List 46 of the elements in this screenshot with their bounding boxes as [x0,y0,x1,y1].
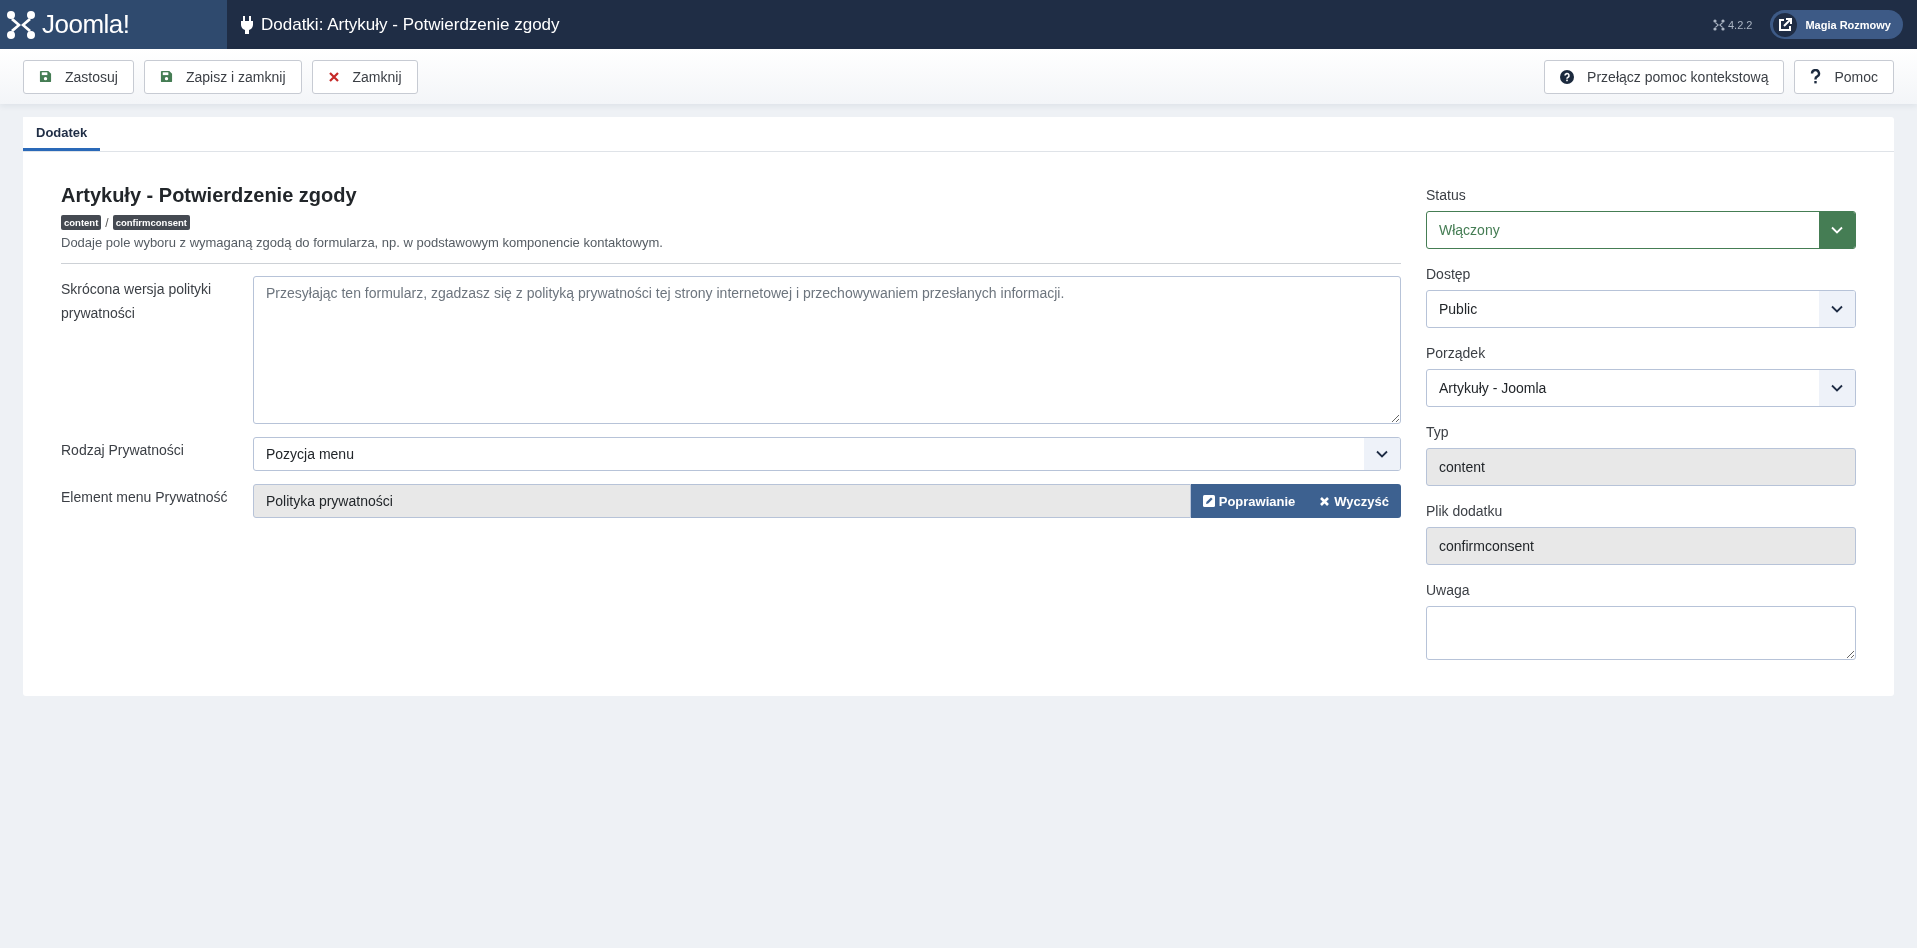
site-link-button[interactable]: Magia Rozmowy [1770,10,1903,39]
field-label: Dostęp [1426,266,1472,282]
edit-icon [1202,495,1215,507]
readonly-field: confirmconsent [1426,527,1856,565]
readonly-field: Polityka prywatności [253,484,1191,518]
field-button[interactable]: Poprawianie [1190,484,1308,518]
select-field[interactable]: Artykuły - Joomla [1426,369,1856,407]
external-link-icon [1778,17,1793,32]
tag-badge: confirmconsent [112,215,190,230]
field-button[interactable]: Wyczyść [1307,484,1401,518]
select-field[interactable]: Włączony [1426,211,1856,249]
readonly-field: content [1426,448,1856,486]
separator-text: / [105,215,109,230]
toolbar-button[interactable]: Zapisz i zamknij [143,59,302,94]
plugin-title: Artykuły - Potwierdzenie zgody [61,184,358,207]
save-icon [39,70,52,83]
logo-text: Joomla! [42,9,130,40]
page-title: Dodatki: Artykuły - Potwierdzenie zgody [261,14,560,35]
help-icon [1810,69,1822,84]
field-label: Rodzaj Prywatności [61,441,185,460]
toolbar-button[interactable]: Zastosuj [23,59,134,94]
save-icon [159,70,173,83]
select-field[interactable]: Public [1426,290,1856,328]
textarea-field[interactable] [1426,606,1856,660]
field-label: Typ [1426,424,1450,440]
select-field[interactable]: Pozycja menu [253,437,1401,471]
toolbar-button[interactable]: Pomoc [1794,59,1894,94]
joomla-icon [1712,18,1725,31]
joomla-logo-icon [6,9,36,40]
plug-icon [241,15,253,34]
close-icon [327,70,340,83]
field-label: Skrócona wersja polityki prywatności [61,280,213,323]
tag-badge: content [61,215,102,230]
plugin-description: Dodaje pole wyboru z wymaganą zgodą do formularza, np. w podstawowym komponencie kontaktowym. [61,235,664,250]
textarea-field[interactable]: Przesyłając ten formularz, zgadzasz się z polityką prywatności tej strony internetowej i przechowywaniem przesłanych informacji. [253,276,1401,424]
help-icon [1560,69,1575,84]
field-label: Status [1426,187,1467,203]
field-label: Uwaga [1426,582,1471,598]
field-label: Element menu Prywatność [61,488,229,507]
field-label: Porządek [1426,345,1487,361]
field-label: Plik dodatku [1426,503,1504,519]
toolbar-button[interactable]: Przełącz pomoc kontekstową [1544,59,1785,94]
toolbar-button[interactable]: Zamknij [311,59,418,94]
clear-icon [1319,495,1331,507]
tab[interactable]: Dodatek [23,117,101,151]
version-text: 4.2.2 [1727,18,1753,31]
